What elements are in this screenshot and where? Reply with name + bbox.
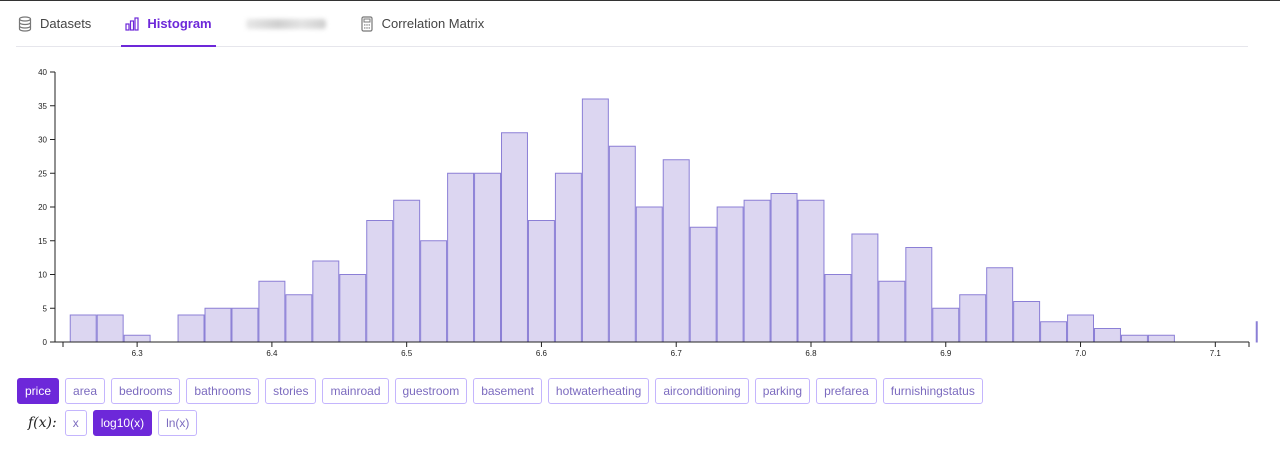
histogram-bar: [1255, 321, 1258, 343]
histogram-bar: [339, 274, 367, 343]
histogram-bar: [231, 307, 259, 343]
transform-chip-lnx[interactable]: ln(x): [158, 410, 198, 436]
column-chip-stories[interactable]: stories: [265, 378, 317, 404]
transform-chip-x[interactable]: x: [64, 410, 87, 436]
redacted-label: [245, 18, 326, 29]
transform-chip-log10x[interactable]: log10(x): [92, 410, 153, 436]
tab-bar: Datasets Histogram Correlation Matrix: [16, 1, 1248, 47]
histogram-bar: [905, 247, 933, 343]
histogram-bar: [662, 159, 690, 343]
histogram-bar: [1067, 314, 1095, 343]
x-tick-label: 6.7: [671, 349, 683, 358]
x-tick-label: 6.6: [536, 349, 548, 358]
histogram-bar: [1013, 301, 1041, 343]
x-tick-label: 7.0: [1075, 349, 1087, 358]
histogram-bar: [1120, 334, 1148, 343]
tab-datasets[interactable]: Datasets: [16, 1, 93, 46]
histogram-bar: [986, 267, 1014, 343]
histogram-bar: [554, 172, 582, 343]
histogram-bar: [285, 294, 313, 343]
column-chip-area[interactable]: area: [65, 378, 106, 404]
histogram-bar: [69, 314, 97, 343]
histogram-bar: [608, 145, 636, 343]
histogram-bar: [312, 260, 340, 343]
column-chip-mainroad[interactable]: mainroad: [322, 378, 389, 404]
histogram-bar: [420, 240, 448, 343]
histogram-bar: [474, 172, 502, 343]
histogram-bar: [635, 206, 663, 343]
x-tick-label: 6.8: [805, 349, 817, 358]
histogram-bar: [177, 314, 205, 343]
transform-label: f(x):: [28, 415, 57, 431]
tab-label: Datasets: [40, 16, 92, 31]
histogram-bar: [204, 307, 232, 343]
tab-histogram[interactable]: Histogram: [121, 1, 216, 47]
histogram-bar: [527, 220, 555, 343]
histogram-bar: [501, 132, 528, 343]
histogram-bar: [581, 98, 609, 343]
bar-chart-icon: [125, 16, 139, 32]
histogram-bar: [1147, 334, 1175, 343]
histogram-bar: [96, 314, 124, 343]
x-tick-label: 6.9: [940, 349, 952, 358]
y-tick-label: 15: [38, 237, 47, 246]
calculator-icon: [360, 15, 374, 32]
histogram-bar: [447, 172, 475, 343]
x-tick-label: 6.5: [401, 349, 413, 358]
database-icon: [18, 15, 32, 32]
histogram-bar: [393, 199, 421, 343]
transform-options: x log10(x) ln(x): [64, 410, 198, 436]
histogram-bar: [824, 274, 852, 343]
x-tick-label: 7.1: [1210, 349, 1222, 358]
histogram-bar: [770, 193, 798, 343]
histogram-chart: 0 5 10 15 20 25 30 35 40 6.3 6.4 6.5 6.6 6.7 6.8 6.9 7.0…: [38, 68, 1258, 358]
column-chip-guestroom[interactable]: guestroom: [394, 378, 468, 404]
tab-correlation-matrix[interactable]: Correlation Matrix: [358, 1, 487, 46]
column-chip-basement[interactable]: basement: [473, 378, 542, 404]
column-chip-parking[interactable]: parking: [754, 378, 811, 404]
x-tick-label: 6.4: [266, 349, 278, 358]
histogram-bar: [932, 307, 960, 343]
histogram-bar: [689, 226, 717, 343]
tab-label: Correlation Matrix: [381, 16, 485, 31]
y-tick-label: 20: [38, 203, 47, 212]
y-tick-label: 10: [38, 271, 47, 280]
histogram-bar: [878, 280, 906, 343]
histogram-bar: [258, 280, 286, 343]
transform-selector: f(x): x log10(x) ln(x): [28, 410, 198, 436]
histogram-bar: [851, 233, 879, 343]
y-tick-label: 30: [38, 136, 47, 145]
y-tick-label: 0: [43, 338, 48, 347]
histogram-bar: [716, 206, 744, 343]
y-tick-label: 40: [38, 68, 47, 77]
column-chip-hotwaterheating[interactable]: hotwaterheating: [547, 378, 650, 404]
column-chip-furnishingstatus[interactable]: furnishingstatus: [882, 378, 983, 404]
x-tick-label: 6.3: [132, 349, 144, 358]
histogram-bar: [743, 199, 771, 343]
column-chip-bathrooms[interactable]: bathrooms: [186, 378, 260, 404]
y-tick-label: 5: [43, 304, 48, 313]
histogram-bar: [1040, 321, 1068, 343]
tab-label: Histogram: [147, 16, 212, 31]
column-chip-airconditioning[interactable]: airconditioning: [655, 378, 749, 404]
y-tick-label: 35: [38, 102, 47, 111]
histogram-bar: [1094, 328, 1121, 343]
histogram-bar: [366, 220, 394, 343]
histogram-bar: [959, 294, 987, 343]
column-selector: price area bedrooms bathrooms stories mainroa…: [17, 378, 983, 404]
column-chip-price[interactable]: price: [17, 378, 60, 404]
column-chip-bedrooms[interactable]: bedrooms: [111, 378, 181, 404]
tab-redacted[interactable]: [244, 1, 328, 46]
y-tick-label: 25: [38, 169, 47, 178]
column-chip-prefarea[interactable]: prefarea: [816, 378, 877, 404]
histogram-bar: [123, 334, 151, 343]
histogram-bar: [797, 199, 825, 343]
